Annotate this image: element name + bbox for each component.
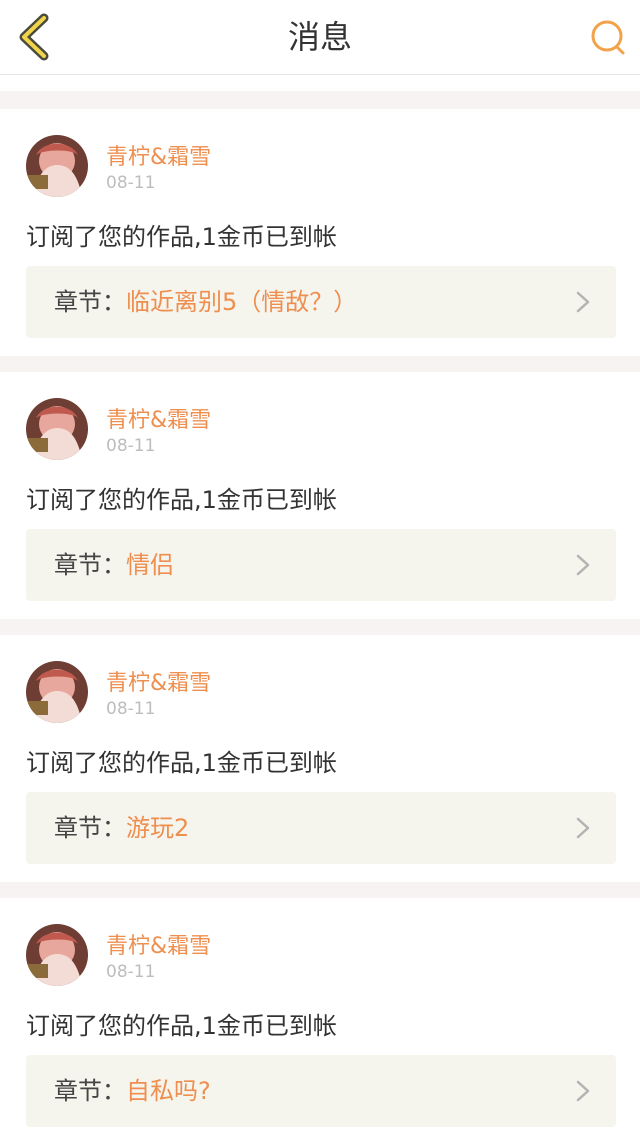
chapter-label: 章节： [54,288,126,316]
chevron-right-icon [576,554,590,576]
chapter-title: 游玩2 [126,814,190,842]
message-date: 08-11 [106,436,156,456]
message-card: 青柠&霜雪 08-11 订阅了您的作品,1金币已到帐 章节：游玩2 [0,635,640,882]
chapter-link[interactable]: 章节：情侣 [26,529,616,601]
chapter-link[interactable]: 章节：临近离别5（情敌？） [26,266,616,338]
chapter-info: 章节：临近离别5（情敌？） [54,266,357,338]
chapter-info: 章节：游玩2 [54,792,189,864]
avatar[interactable] [26,924,88,986]
message-date: 08-11 [106,962,156,982]
chapter-info: 章节：自私吗? [54,1055,211,1127]
chapter-label: 章节： [54,1077,126,1105]
page-title: 消息 [287,18,352,56]
username[interactable]: 青柠&霜雪 [106,665,211,697]
chapter-info: 章节：情侣 [54,529,174,601]
chevron-right-icon [576,1080,590,1102]
chapter-title: 情侣 [126,551,174,579]
chapter-link[interactable]: 章节：游玩2 [26,792,616,864]
app-header: 消息 [0,0,640,75]
username[interactable]: 青柠&霜雪 [106,928,211,960]
message-list: 青柠&霜雪 08-11 订阅了您的作品,1金币已到帐 章节：临近离别5（情敌？）… [0,109,640,1133]
message-date: 08-11 [106,699,156,719]
message-text: 订阅了您的作品,1金币已到帐 [26,749,337,777]
search-button[interactable] [588,18,628,58]
message-text: 订阅了您的作品,1金币已到帐 [26,486,337,514]
chevron-right-icon [576,817,590,839]
separator [0,91,640,109]
message-text: 订阅了您的作品,1金币已到帐 [26,1012,337,1040]
message-text: 订阅了您的作品,1金币已到帐 [26,223,337,251]
message-card: 青柠&霜雪 08-11 订阅了您的作品,1金币已到帐 章节：临近离别5（情敌？） [0,109,640,356]
separator [0,619,640,635]
message-date: 08-11 [106,173,156,193]
message-card: 青柠&霜雪 08-11 订阅了您的作品,1金币已到帐 章节：情侣 [0,372,640,619]
separator [0,356,640,372]
username[interactable]: 青柠&霜雪 [106,139,211,171]
avatar[interactable] [26,135,88,197]
avatar[interactable] [26,398,88,460]
search-icon [591,20,625,55]
avatar[interactable] [26,661,88,723]
chapter-title: 自私吗? [126,1077,211,1105]
chapter-link[interactable]: 章节：自私吗? [26,1055,616,1127]
message-card: 青柠&霜雪 08-11 订阅了您的作品,1金币已到帐 章节：自私吗? [0,898,640,1133]
chevron-right-icon [576,291,590,313]
username[interactable]: 青柠&霜雪 [106,402,211,434]
chapter-label: 章节： [54,551,126,579]
chapter-title: 临近离别5（情敌？） [126,288,358,316]
chapter-label: 章节： [54,814,126,842]
separator [0,882,640,898]
